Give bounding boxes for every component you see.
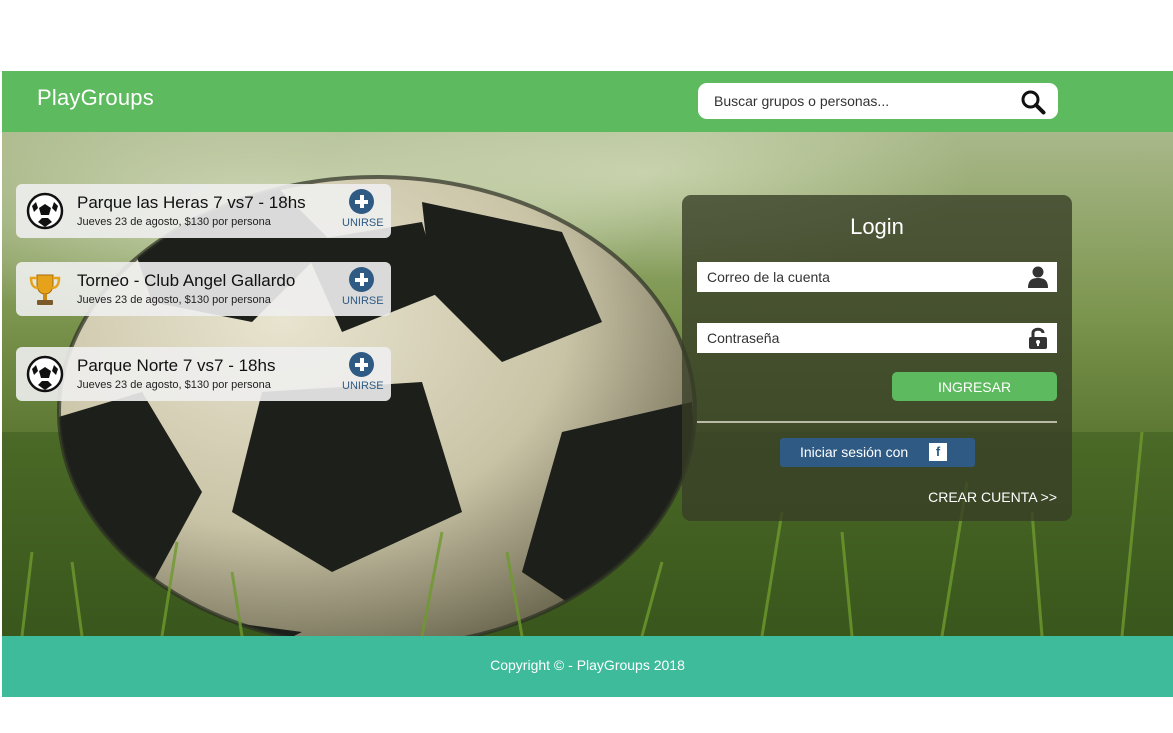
event-card[interactable]: Parque Norte 7 vs7 - 18hs Jueves 23 de a… [16,347,391,401]
event-card[interactable]: Parque las Heras 7 vs7 - 18hs Jueves 23 … [16,184,391,238]
copyright-text: Copyright © - PlayGroups 2018 [490,657,685,673]
facebook-login-button[interactable]: Iniciar sesión con f [780,438,975,467]
join-label: UNIRSE [342,295,384,307]
password-field [697,323,1057,353]
plus-circle-icon [349,189,374,214]
email-input[interactable] [707,262,1017,292]
facebook-icon: f [929,443,947,461]
login-button[interactable]: INGRESAR [892,372,1057,401]
search-box [698,83,1058,119]
event-details: Jueves 23 de agosto, $130 por persona [77,216,271,228]
event-details: Jueves 23 de agosto, $130 por persona [77,294,271,306]
event-title: Parque Norte 7 vs7 - 18hs [77,356,276,375]
plus-circle-icon [349,352,374,377]
event-details: Jueves 23 de agosto, $130 por persona [77,379,271,391]
hero-background: Parque las Heras 7 vs7 - 18hs Jueves 23 … [2,132,1173,636]
soccer-ball-icon [26,355,64,393]
trophy-icon [29,274,61,305]
user-icon [1028,266,1048,288]
event-title: Parque las Heras 7 vs7 - 18hs [77,193,306,212]
join-button[interactable]: UNIRSE [342,352,384,398]
search-icon[interactable] [1020,89,1046,115]
plus-circle-icon [349,267,374,292]
event-card[interactable]: Torneo - Club Angel Gallardo Jueves 23 d… [16,262,391,316]
soccer-ball-icon [26,192,64,230]
join-button[interactable]: UNIRSE [342,267,384,313]
facebook-login-label: Iniciar sesión con [800,444,909,460]
password-input[interactable] [707,323,1017,353]
join-button[interactable]: UNIRSE [342,189,384,235]
search-input[interactable] [714,83,1014,119]
divider [697,421,1057,423]
join-label: UNIRSE [342,217,384,229]
page: PlayGroups Buscar grupos o personas... P… [2,71,1173,697]
login-panel: Login INGRESAR Inic [682,195,1072,521]
create-account-link[interactable]: CREAR CUENTA >> [928,489,1057,505]
event-title: Torneo - Club Angel Gallardo [77,271,296,290]
brand-logo[interactable]: PlayGroups [37,85,154,111]
join-label: UNIRSE [342,380,384,392]
top-nav-bar: PlayGroups [2,71,1173,132]
email-field [697,262,1057,292]
unlock-icon [1029,327,1047,349]
login-title: Login [850,214,904,239]
footer: Copyright © - PlayGroups 2018 [2,636,1173,697]
